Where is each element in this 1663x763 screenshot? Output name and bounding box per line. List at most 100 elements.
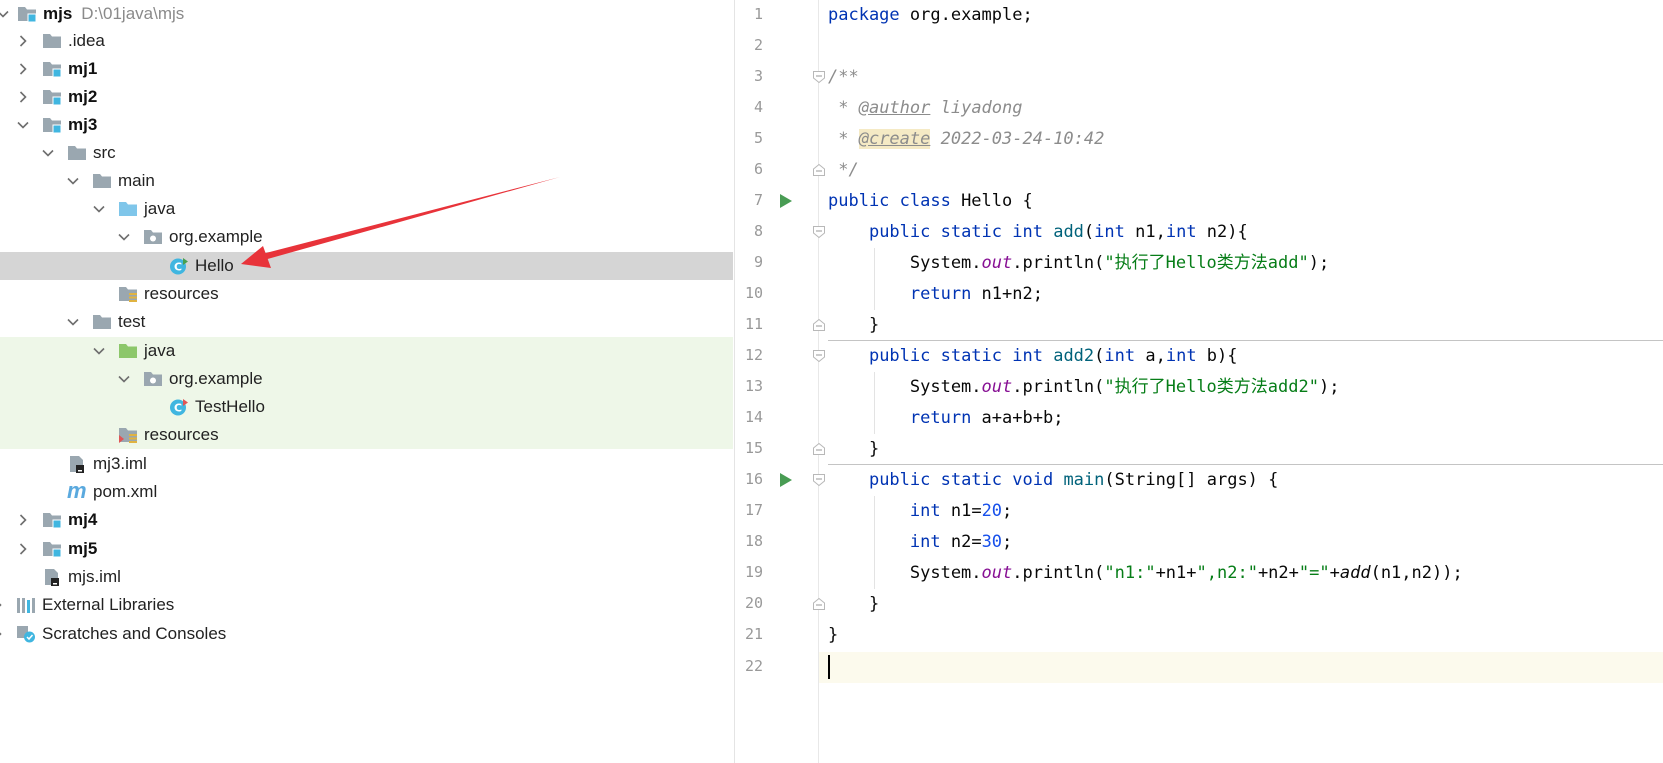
chevron-down-icon[interactable] [16, 118, 30, 132]
tree-node-mjs-iml[interactable]: mjs.iml [0, 563, 733, 591]
chevron-right-icon[interactable] [16, 542, 30, 556]
chevron-down-icon[interactable] [117, 230, 131, 244]
maven-icon: m [67, 478, 87, 503]
tree-node-testhello[interactable]: TestHello [0, 393, 733, 421]
fold-marker-icon[interactable] [812, 473, 826, 487]
tree-node-test[interactable]: test [0, 308, 733, 336]
resources-folder-icon [118, 426, 138, 444]
code-line[interactable]: 4 * @author liyadong [735, 93, 1663, 124]
fold-marker-icon[interactable] [812, 442, 826, 456]
run-gutter-icon[interactable] [779, 472, 793, 488]
chevron-right-icon[interactable] [0, 627, 5, 641]
chevron-down-icon[interactable] [41, 146, 55, 160]
tree-node-mj4[interactable]: mj4 [0, 506, 733, 534]
tree-node-label: mjs.iml [68, 567, 121, 586]
line-number: 2 [753, 36, 763, 54]
code-line[interactable]: 13 System.out.println("执行了Hello类方法add2")… [735, 372, 1663, 403]
tree-node-pom[interactable]: m pom.xml [0, 478, 733, 506]
tree-node-test-resources[interactable]: resources [0, 421, 733, 449]
code-editor[interactable]: 1 package org.example; 2 3 /** 4 * @auth… [734, 0, 1663, 763]
line-number: 19 [744, 563, 763, 581]
tree-node-mj5[interactable]: mj5 [0, 535, 733, 563]
code-line[interactable]: 2 [735, 31, 1663, 62]
code-line[interactable]: 6 */ [735, 155, 1663, 186]
chevron-right-icon[interactable] [16, 34, 30, 48]
tree-node-main-java[interactable]: java [0, 195, 733, 223]
tree-node-root[interactable]: mjs D:\01java\mjs [0, 0, 733, 28]
line-number: 10 [744, 284, 763, 302]
fold-marker-icon[interactable] [812, 225, 826, 239]
tree-node-label: TestHello [195, 397, 265, 416]
tree-node-main-resources[interactable]: resources [0, 280, 733, 308]
iml-file-icon [42, 568, 62, 586]
fold-marker-icon[interactable] [812, 70, 826, 84]
code-line[interactable]: 21 } [735, 620, 1663, 651]
code-line[interactable]: 18 int n2=30; [735, 527, 1663, 558]
chevron-right-icon[interactable] [16, 90, 30, 104]
line-number: 11 [744, 315, 763, 333]
tree-node-main-package[interactable]: org.example [0, 223, 733, 251]
package-icon [143, 228, 163, 246]
fold-marker-icon[interactable] [812, 318, 826, 332]
line-number: 7 [753, 191, 763, 209]
tree-node-main[interactable]: main [0, 167, 733, 195]
chevron-down-icon[interactable] [66, 174, 80, 188]
code-line[interactable]: 9 System.out.println("执行了Hello类方法add"); [735, 248, 1663, 279]
tree-node-test-java[interactable]: java [0, 337, 733, 365]
code-line[interactable]: 12 public static int add2(int a,int b){ [735, 341, 1663, 372]
iml-file-icon [67, 455, 87, 473]
code-line[interactable]: 8 public static int add(int n1,int n2){ [735, 217, 1663, 248]
tree-node-label: mj1 [68, 59, 98, 78]
tree-node-external-libraries[interactable]: External Libraries [0, 591, 733, 619]
tree-node-hello[interactable]: Hello [0, 252, 733, 280]
tree-node-idea[interactable]: .idea [0, 27, 733, 55]
tree-node-mj2[interactable]: mj2 [0, 83, 733, 111]
folder-icon [67, 144, 87, 162]
tree-node-label: src [93, 143, 116, 162]
line-number: 8 [753, 222, 763, 240]
chevron-down-icon[interactable] [117, 372, 131, 386]
code-line[interactable]: 17 int n1=20; [735, 496, 1663, 527]
chevron-right-icon[interactable] [16, 513, 30, 527]
chevron-right-icon[interactable] [16, 62, 30, 76]
tree-node-scratches[interactable]: Scratches and Consoles [0, 620, 733, 648]
chevron-down-icon[interactable] [0, 7, 10, 21]
module-folder-icon [42, 60, 62, 78]
run-gutter-icon[interactable] [779, 193, 793, 209]
java-class-icon [169, 398, 189, 416]
tree-node-label: mj3.iml [93, 454, 147, 473]
code-line[interactable]: 15 } [735, 434, 1663, 465]
code-line[interactable]: 5 * @create 2022-03-24-10:42 [735, 124, 1663, 155]
code-line[interactable]: 7 public class Hello { [735, 186, 1663, 217]
code-line[interactable]: 16 public static void main(String[] args… [735, 465, 1663, 496]
module-folder-icon [42, 511, 62, 529]
code-line[interactable]: 3 /** [735, 62, 1663, 93]
tree-node-mj3-iml[interactable]: mj3.iml [0, 450, 733, 478]
tree-node-label: mjs D:\01java\mjs [43, 4, 185, 23]
code-text: public static int add(int n1,int n2){ [868, 222, 1248, 242]
line-number: 12 [744, 346, 763, 364]
line-number: 16 [744, 470, 763, 488]
code-line[interactable]: 19 System.out.println("n1:"+n1+",n2:"+n2… [735, 558, 1663, 589]
tree-node-mj3[interactable]: mj3 [0, 111, 733, 139]
code-line[interactable]: 1 package org.example; [735, 0, 1663, 31]
tree-node-src[interactable]: src [0, 139, 733, 167]
tree-node-label: resources [144, 284, 219, 303]
fold-marker-icon[interactable] [812, 597, 826, 611]
code-line[interactable]: 11 } [735, 310, 1663, 341]
line-number: 9 [753, 253, 763, 271]
fold-marker-icon[interactable] [812, 349, 826, 363]
chevron-down-icon[interactable] [66, 315, 80, 329]
tree-node-test-package[interactable]: org.example [0, 365, 733, 393]
tree-node-mj1[interactable]: mj1 [0, 55, 733, 83]
chevron-right-icon[interactable] [0, 598, 5, 612]
chevron-down-icon[interactable] [92, 344, 106, 358]
code-line[interactable]: 20 } [735, 589, 1663, 620]
code-line[interactable]: 14 return a+a+b+b; [735, 403, 1663, 434]
source-folder-icon [118, 200, 138, 218]
code-line[interactable]: 10 return n1+n2; [735, 279, 1663, 310]
code-text: package org.example; [828, 5, 1033, 25]
chevron-down-icon[interactable] [92, 202, 106, 216]
code-line[interactable]: 22 [735, 652, 1663, 683]
fold-marker-icon[interactable] [812, 163, 826, 177]
